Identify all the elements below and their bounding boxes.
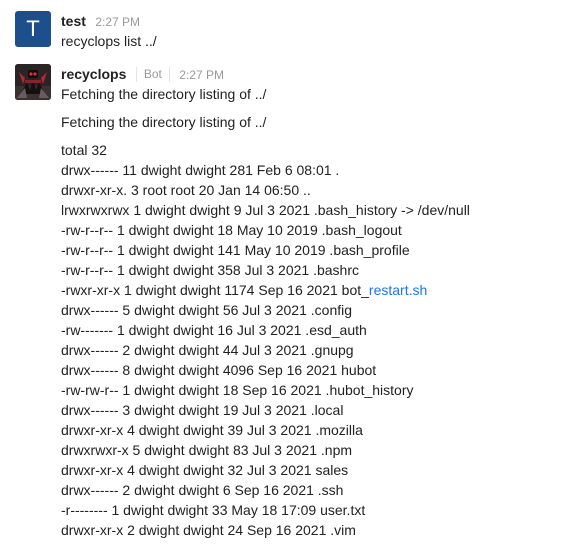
robot-avatar-icon xyxy=(15,64,51,100)
listing-entry: drwx------ 11 dwight dwight 281 Feb 6 08… xyxy=(61,162,340,178)
listing-entry: drwxr-xr-x. 3 root root 20 Jan 14 06:50 … xyxy=(61,182,311,198)
chat-message-list: T test 2:27 PM recyclops list ../ recycl… xyxy=(0,0,567,544)
listing-entry: -rw------- 1 dwight dwight 16 Jul 3 2021… xyxy=(61,322,367,338)
listing-entry: drwxr-xr-x 2 dwight dwight 24 Sep 16 202… xyxy=(61,522,356,538)
avatar[interactable] xyxy=(15,64,51,100)
message-content: test 2:27 PM recyclops list ../ xyxy=(61,11,563,51)
listing-entry: drwxr-xr-x 4 dwight dwight 32 Jul 3 2021… xyxy=(61,462,349,478)
message-header: recyclops Bot 2:27 PM xyxy=(61,64,563,84)
message-time: 2:27 PM xyxy=(179,68,224,82)
listing-entry: drwx------ 8 dwight dwight 4096 Sep 16 2… xyxy=(61,362,377,378)
listing-entry: drwx------ 2 dwight dwight 44 Jul 3 2021… xyxy=(61,342,354,358)
listing-entry-text: -rwxr-xr-x 1 dwight dwight 1174 Sep 16 2… xyxy=(61,282,369,298)
listing-entry: lrwxrwxrwx 1 dwight dwight 9 Jul 3 2021 … xyxy=(61,202,470,218)
listing-entry: -rw-r--r-- 1 dwight dwight 141 May 10 20… xyxy=(61,242,410,258)
listing-entry: -rw-r--r-- 1 dwight dwight 358 Jul 3 202… xyxy=(61,262,360,278)
author-name[interactable]: test xyxy=(61,13,86,29)
directory-listing: total 32 drwx------ 11 dwight dwight 281… xyxy=(61,140,563,540)
author-name[interactable]: recyclops xyxy=(61,66,126,82)
listing-entry: drwx------ 5 dwight dwight 56 Jul 3 2021… xyxy=(61,302,353,318)
listing-entry: -rw-rw-r-- 1 dwight dwight 18 Sep 16 202… xyxy=(61,382,414,398)
avatar[interactable]: T xyxy=(15,11,51,47)
listing-entry: -r-------- 1 dwight dwight 33 May 18 17:… xyxy=(61,502,366,518)
listing-header: total 32 xyxy=(61,142,107,158)
message-text: recyclops list ../ xyxy=(61,33,157,49)
message-time: 2:27 PM xyxy=(95,15,141,29)
message-text: Fetching the directory listing of ../ xyxy=(61,86,267,102)
listing-entry: -rw-r--r-- 1 dwight dwight 18 May 10 201… xyxy=(61,222,402,238)
listing-entry: drwx------ 3 dwight dwight 19 Jul 3 2021… xyxy=(61,402,344,418)
bot-badge: Bot xyxy=(135,67,170,82)
message-header: test 2:27 PM xyxy=(61,11,563,31)
listing-entry: drwx------ 2 dwight dwight 6 Sep 16 2021… xyxy=(61,482,344,498)
message-content: recyclops Bot 2:27 PM Fetching the direc… xyxy=(61,64,563,540)
listing-entry: -rwxr-xr-x 1 dwight dwight 1174 Sep 16 2… xyxy=(61,280,563,300)
listing-entry: drwxrwxr-x 5 dwight dwight 83 Jul 3 2021… xyxy=(61,442,353,458)
listing-entry: drwxr-xr-x 4 dwight dwight 39 Jul 3 2021… xyxy=(61,422,363,438)
message-text: Fetching the directory listing of ../ xyxy=(61,114,267,130)
restart-link[interactable]: restart.sh xyxy=(369,282,427,298)
